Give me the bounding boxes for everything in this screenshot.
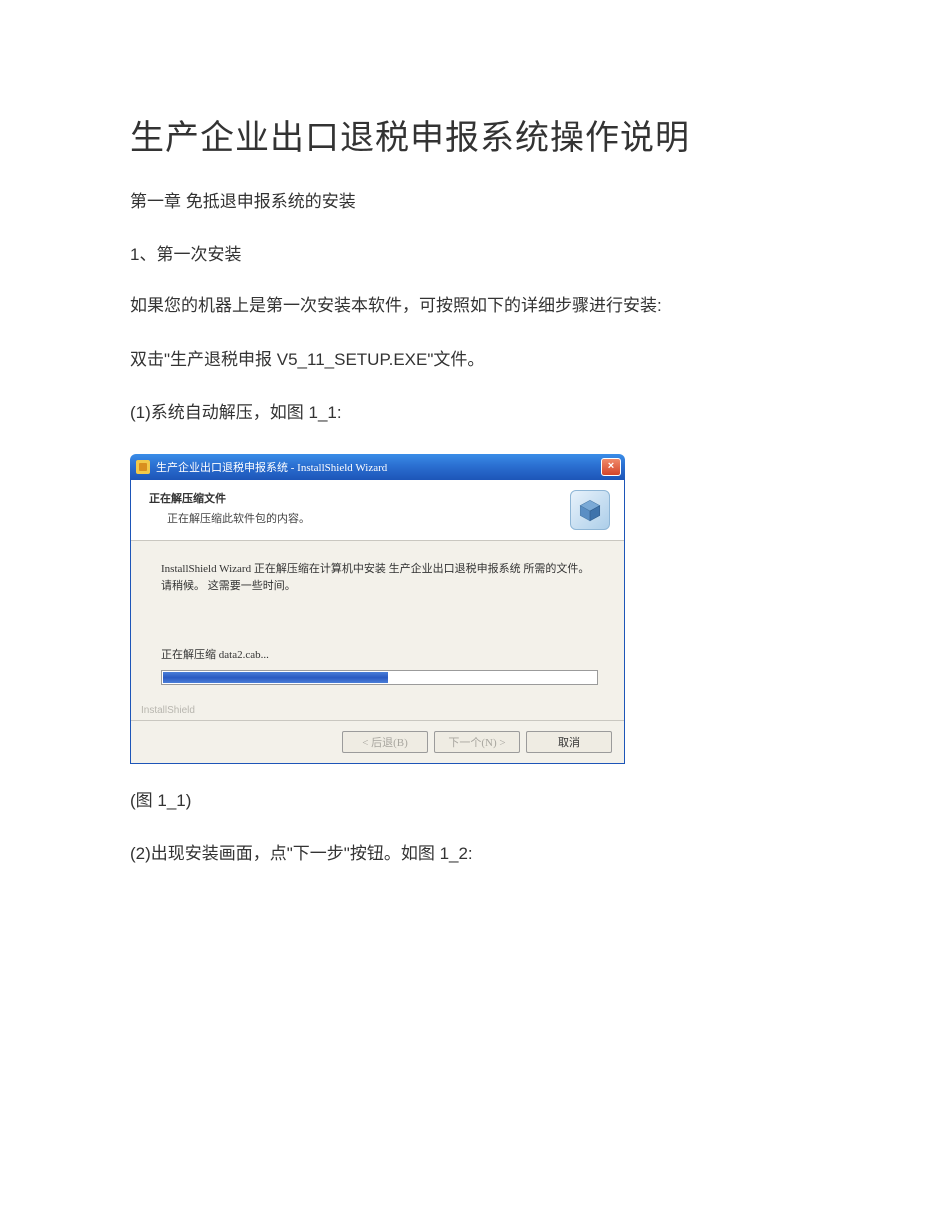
install-message: InstallShield Wizard 正在解压缩在计算机中安装 生产企业出口… xyxy=(161,561,598,596)
step-1-text: (1)系统自动解压，如图 1_1: xyxy=(130,400,830,426)
brand-label: InstallShield xyxy=(131,705,624,720)
step-2-text: (2)出现安装画面，点"下一步"按钮。如图 1_2: xyxy=(130,841,830,867)
progress-fill xyxy=(163,672,388,683)
status-text: 正在解压缩 data2.cab... xyxy=(161,646,598,662)
chapter-heading: 第一章 免抵退申报系统的安装 xyxy=(130,187,830,212)
close-icon[interactable]: × xyxy=(601,458,621,476)
titlebar[interactable]: 生产企业出口退税申报系统 - InstallShield Wizard × xyxy=(130,454,625,480)
box-icon xyxy=(570,490,610,530)
titlebar-text: 生产企业出口退税申报系统 - InstallShield Wizard xyxy=(156,459,601,475)
section-heading: 1、第一次安装 xyxy=(130,240,830,265)
dialog-header: 正在解压缩文件 正在解压缩此软件包的内容。 xyxy=(131,480,624,541)
header-subtitle: 正在解压缩此软件包的内容。 xyxy=(167,510,560,526)
button-row: < 后退(B) 下一个(N) > 取消 xyxy=(131,720,624,763)
paragraph-intro: 如果您的机器上是第一次安装本软件，可按照如下的详细步骤进行安装: xyxy=(130,293,830,319)
document-title: 生产企业出口退税申报系统操作说明 xyxy=(130,110,830,159)
cancel-button[interactable]: 取消 xyxy=(526,731,612,753)
header-title: 正在解压缩文件 xyxy=(149,490,560,506)
paragraph-file: 双击"生产退税申报 V5_11_SETUP.EXE"文件。 xyxy=(130,347,830,373)
next-button: 下一个(N) > xyxy=(434,731,520,753)
dialog-content: InstallShield Wizard 正在解压缩在计算机中安装 生产企业出口… xyxy=(131,541,624,705)
back-button: < 后退(B) xyxy=(342,731,428,753)
app-icon xyxy=(136,460,150,474)
figure-label: (图 1_1) xyxy=(130,788,830,814)
dialog-body: 正在解压缩文件 正在解压缩此软件包的内容。 InstallShield Wiza… xyxy=(130,480,625,764)
progress-bar xyxy=(161,670,598,685)
installer-dialog: 生产企业出口退税申报系统 - InstallShield Wizard × 正在… xyxy=(130,454,625,764)
